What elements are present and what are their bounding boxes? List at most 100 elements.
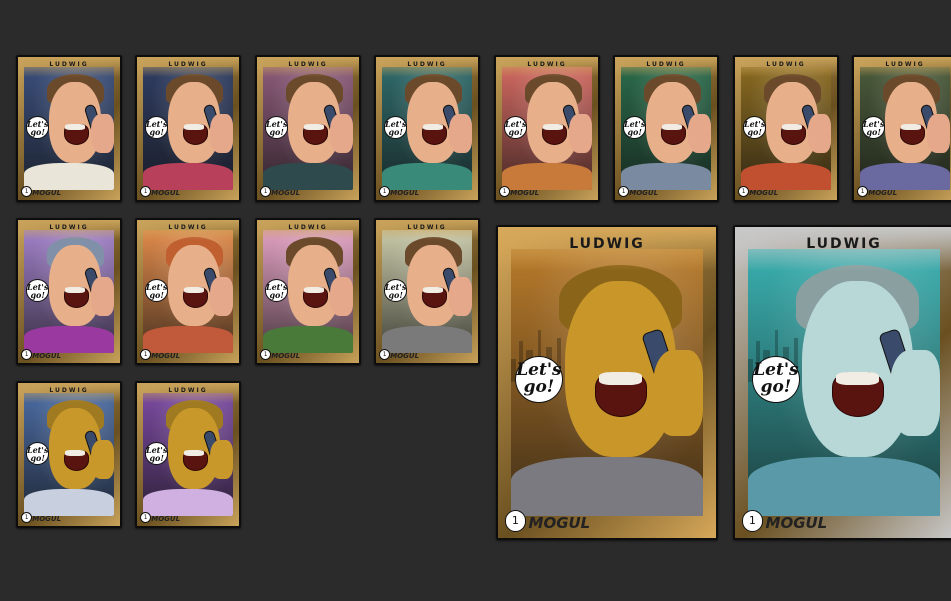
trading-card[interactable]: Let's go! LUDWIG 1 MOGUL [135,218,241,365]
brand-logo: MOGUL [271,352,301,361]
hand [209,113,233,154]
sweater [24,488,114,516]
card-artwork: Let's go! [621,67,711,190]
brand-logo: MOGUL [749,189,779,198]
speech-bubble: Let's go! [25,442,50,466]
card-artwork: Let's go! [382,230,472,353]
hand [329,276,353,317]
card-artwork: Let's go! [143,67,233,190]
hand [687,113,711,154]
sweater [502,162,592,190]
hand [448,113,472,154]
card-number-badge: 1 [741,510,764,532]
teeth [65,123,86,130]
hand [209,276,233,317]
trading-card[interactable]: Let's go! LUDWIG 1 MOGUL [852,55,951,202]
brand-logo: MOGUL [151,515,181,524]
brand-logo: MOGUL [510,189,540,198]
sweater [382,162,472,190]
teeth [836,371,879,386]
brand-logo: MOGUL [765,513,828,532]
trading-card[interactable]: Let's go! LUDWIG 1 MOGUL [135,55,241,202]
trading-card[interactable]: Let's go! LUDWIG 1 MOGUL [16,218,122,365]
card-title: LUDWIG [288,61,328,69]
teeth [184,123,205,130]
sweater [511,457,703,517]
card-artwork: Let's go! [511,248,703,517]
card-artwork: Let's go! [263,230,353,353]
trading-card[interactable]: Let's go! LUDWIG 1 MOGUL [255,55,361,202]
trading-card[interactable]: Let's go! LUDWIG 1 MOGUL [496,225,718,540]
speech-bubble: Let's go! [25,279,50,303]
speech-bubble: Let's go! [742,116,767,140]
brand-logo: MOGUL [32,189,62,198]
trading-card[interactable]: Let's go! LUDWIG 1 MOGUL [733,55,839,202]
trading-card[interactable]: Let's go! LUDWIG 1 MOGUL [733,225,951,540]
trading-card[interactable]: Let's go! LUDWIG 1 MOGUL [16,55,122,202]
speech-bubble: Let's go! [25,116,50,140]
speech-bubble: Let's go! [622,116,647,140]
teeth [901,123,922,130]
teeth [184,286,205,293]
hand [329,113,353,154]
brand-logo: MOGUL [32,515,62,524]
card-title: LUDWIG [49,387,89,395]
card-artwork: Let's go! [748,248,940,517]
hand [90,113,114,154]
brand-logo: MOGUL [151,189,181,198]
teeth [662,123,683,130]
hand [807,113,831,154]
teeth [543,123,564,130]
card-number-badge: 1 [504,510,527,532]
trading-card[interactable]: Let's go! LUDWIG 1 MOGUL [135,381,241,528]
sweater [621,162,711,190]
hand [653,350,703,436]
card-artwork: Let's go! [24,230,114,353]
sweater [860,162,950,190]
brand-logo: MOGUL [390,189,420,198]
speech-bubble: Let's go! [383,116,408,140]
trading-card[interactable]: Let's go! LUDWIG 1 MOGUL [613,55,719,202]
card-title: LUDWIG [168,224,208,232]
teeth [65,449,86,456]
brand-logo: MOGUL [390,352,420,361]
speech-bubble: Let's go! [861,116,886,140]
card-title: LUDWIG [168,387,208,395]
hand [448,276,472,317]
sweater [24,325,114,353]
card-artwork: Let's go! [263,67,353,190]
hand [90,439,114,480]
card-title: LUDWIG [885,61,925,69]
speech-bubble: Let's go! [264,116,289,140]
brand-logo: MOGUL [271,189,301,198]
trading-card[interactable]: Let's go! LUDWIG 1 MOGUL [494,55,600,202]
trading-card[interactable]: Let's go! LUDWIG 1 MOGUL [255,218,361,365]
card-artwork: Let's go! [382,67,472,190]
card-artwork: Let's go! [741,67,831,190]
sweater [143,488,233,516]
sweater [143,325,233,353]
sweater [143,162,233,190]
brand-logo: MOGUL [151,352,181,361]
card-title: LUDWIG [806,236,882,253]
speech-bubble: Let's go! [144,116,169,140]
card-title: LUDWIG [288,224,328,232]
card-title: LUDWIG [527,61,567,69]
card-title: LUDWIG [407,224,447,232]
card-artwork: Let's go! [143,230,233,353]
trading-card[interactable]: Let's go! LUDWIG 1 MOGUL [374,55,480,202]
trading-card[interactable]: Let's go! LUDWIG 1 MOGUL [374,218,480,365]
teeth [65,286,86,293]
speech-bubble: Let's go! [514,355,563,404]
sweater [741,162,831,190]
card-title: LUDWIG [646,61,686,69]
teeth [304,286,325,293]
speech-bubble: Let's go! [144,442,169,466]
sweater [382,325,472,353]
card-title: LUDWIG [569,236,645,253]
sweater [263,162,353,190]
card-artwork: Let's go! [24,393,114,516]
trading-card[interactable]: Let's go! LUDWIG 1 MOGUL [16,381,122,528]
teeth [423,123,444,130]
teeth [423,286,444,293]
